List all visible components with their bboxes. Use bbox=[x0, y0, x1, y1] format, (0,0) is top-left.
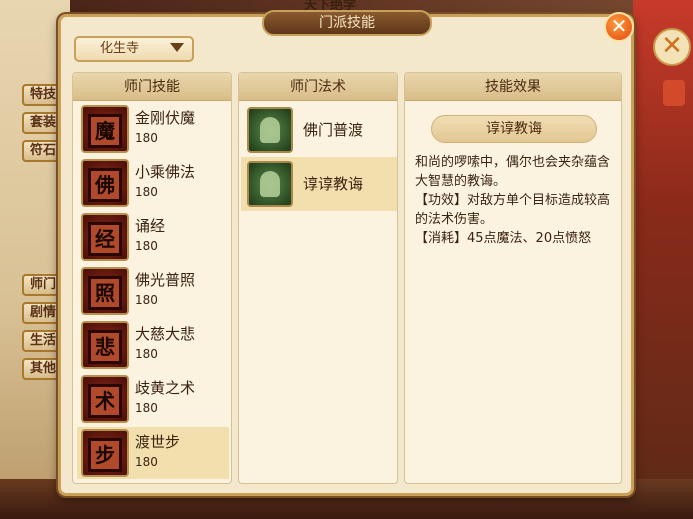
sect-skills-header: 师门技能 bbox=[73, 73, 231, 101]
skill-row[interactable]: 悲 大慈大悲 180 bbox=[77, 319, 229, 371]
skill-icon: 照 bbox=[81, 267, 129, 315]
spell-row-selected[interactable]: 谆谆教诲 bbox=[241, 157, 397, 211]
skill-level: 180 bbox=[135, 347, 158, 361]
skill-name: 渡世步 bbox=[135, 433, 181, 451]
skill-icon: 魔 bbox=[81, 105, 129, 153]
spell-name: 佛门普渡 bbox=[303, 121, 364, 139]
sect-dropdown[interactable]: 化生寺 bbox=[74, 36, 194, 62]
skill-level: 180 bbox=[135, 401, 158, 415]
sect-spells-column: 师门法术 佛门普渡 谆谆教诲 bbox=[238, 72, 398, 484]
effect-line: 【消耗】45点魔法、20点愤怒 bbox=[415, 231, 592, 246]
skill-level: 180 bbox=[135, 293, 158, 307]
skill-effect-header: 技能效果 bbox=[405, 73, 621, 101]
skill-row[interactable]: 魔 金刚伏魔 180 bbox=[77, 103, 229, 155]
background-close-icon[interactable]: ✕ bbox=[653, 28, 691, 66]
skill-icon: 佛 bbox=[81, 159, 129, 207]
sect-spells-header: 师门法术 bbox=[239, 73, 397, 101]
skill-row[interactable]: 术 歧黄之术 180 bbox=[77, 373, 229, 425]
sect-dropdown-value: 化生寺 bbox=[100, 41, 140, 56]
background-right-panel bbox=[633, 0, 693, 519]
skill-name: 诵经 bbox=[135, 217, 166, 235]
skill-icon: 步 bbox=[81, 429, 129, 477]
skill-level: 180 bbox=[135, 455, 158, 469]
skill-name: 歧黄之术 bbox=[135, 379, 196, 397]
spell-name: 谆谆教诲 bbox=[303, 175, 364, 193]
chevron-down-icon bbox=[170, 43, 184, 52]
dialog-title: 门派技能 bbox=[262, 10, 432, 36]
lantern-icon bbox=[663, 80, 685, 106]
skill-level: 180 bbox=[135, 239, 158, 253]
skill-icon: 经 bbox=[81, 213, 129, 261]
skill-row[interactable]: 经 诵经 180 bbox=[77, 211, 229, 263]
skill-name: 金刚伏魔 bbox=[135, 109, 196, 127]
skill-name: 大慈大悲 bbox=[135, 325, 196, 343]
skill-name: 佛光普照 bbox=[135, 271, 196, 289]
skill-effect-column: 技能效果 谆谆教诲 和尚的啰嗦中，偶尔也会夹杂蕴含大智慧的教诲。 【功效】对敌方… bbox=[404, 72, 622, 484]
close-button[interactable]: ✕ bbox=[604, 12, 634, 42]
skill-level: 180 bbox=[135, 131, 158, 145]
skill-row-selected[interactable]: 步 渡世步 180 bbox=[77, 427, 229, 479]
skill-row[interactable]: 佛 小乘佛法 180 bbox=[77, 157, 229, 209]
spell-row[interactable]: 佛门普渡 bbox=[241, 103, 397, 157]
effect-title: 谆谆教诲 bbox=[431, 115, 597, 143]
effect-line: 【功效】对敌方单个目标造成较高的法术伤害。 bbox=[415, 193, 611, 227]
skill-level: 180 bbox=[135, 185, 158, 199]
sect-skills-column: 师门技能 魔 金刚伏魔 180 佛 小乘佛法 180 经 诵经 180 照 佛光… bbox=[72, 72, 232, 484]
skill-icon: 悲 bbox=[81, 321, 129, 369]
spell-icon bbox=[247, 107, 293, 153]
skill-icon: 术 bbox=[81, 375, 129, 423]
spell-icon bbox=[247, 161, 293, 207]
skill-name: 小乘佛法 bbox=[135, 163, 196, 181]
skill-row[interactable]: 照 佛光普照 180 bbox=[77, 265, 229, 317]
effect-description: 和尚的啰嗦中，偶尔也会夹杂蕴含大智慧的教诲。 【功效】对敌方单个目标造成较高的法… bbox=[415, 153, 615, 248]
effect-line: 和尚的啰嗦中，偶尔也会夹杂蕴含大智慧的教诲。 bbox=[415, 155, 611, 189]
